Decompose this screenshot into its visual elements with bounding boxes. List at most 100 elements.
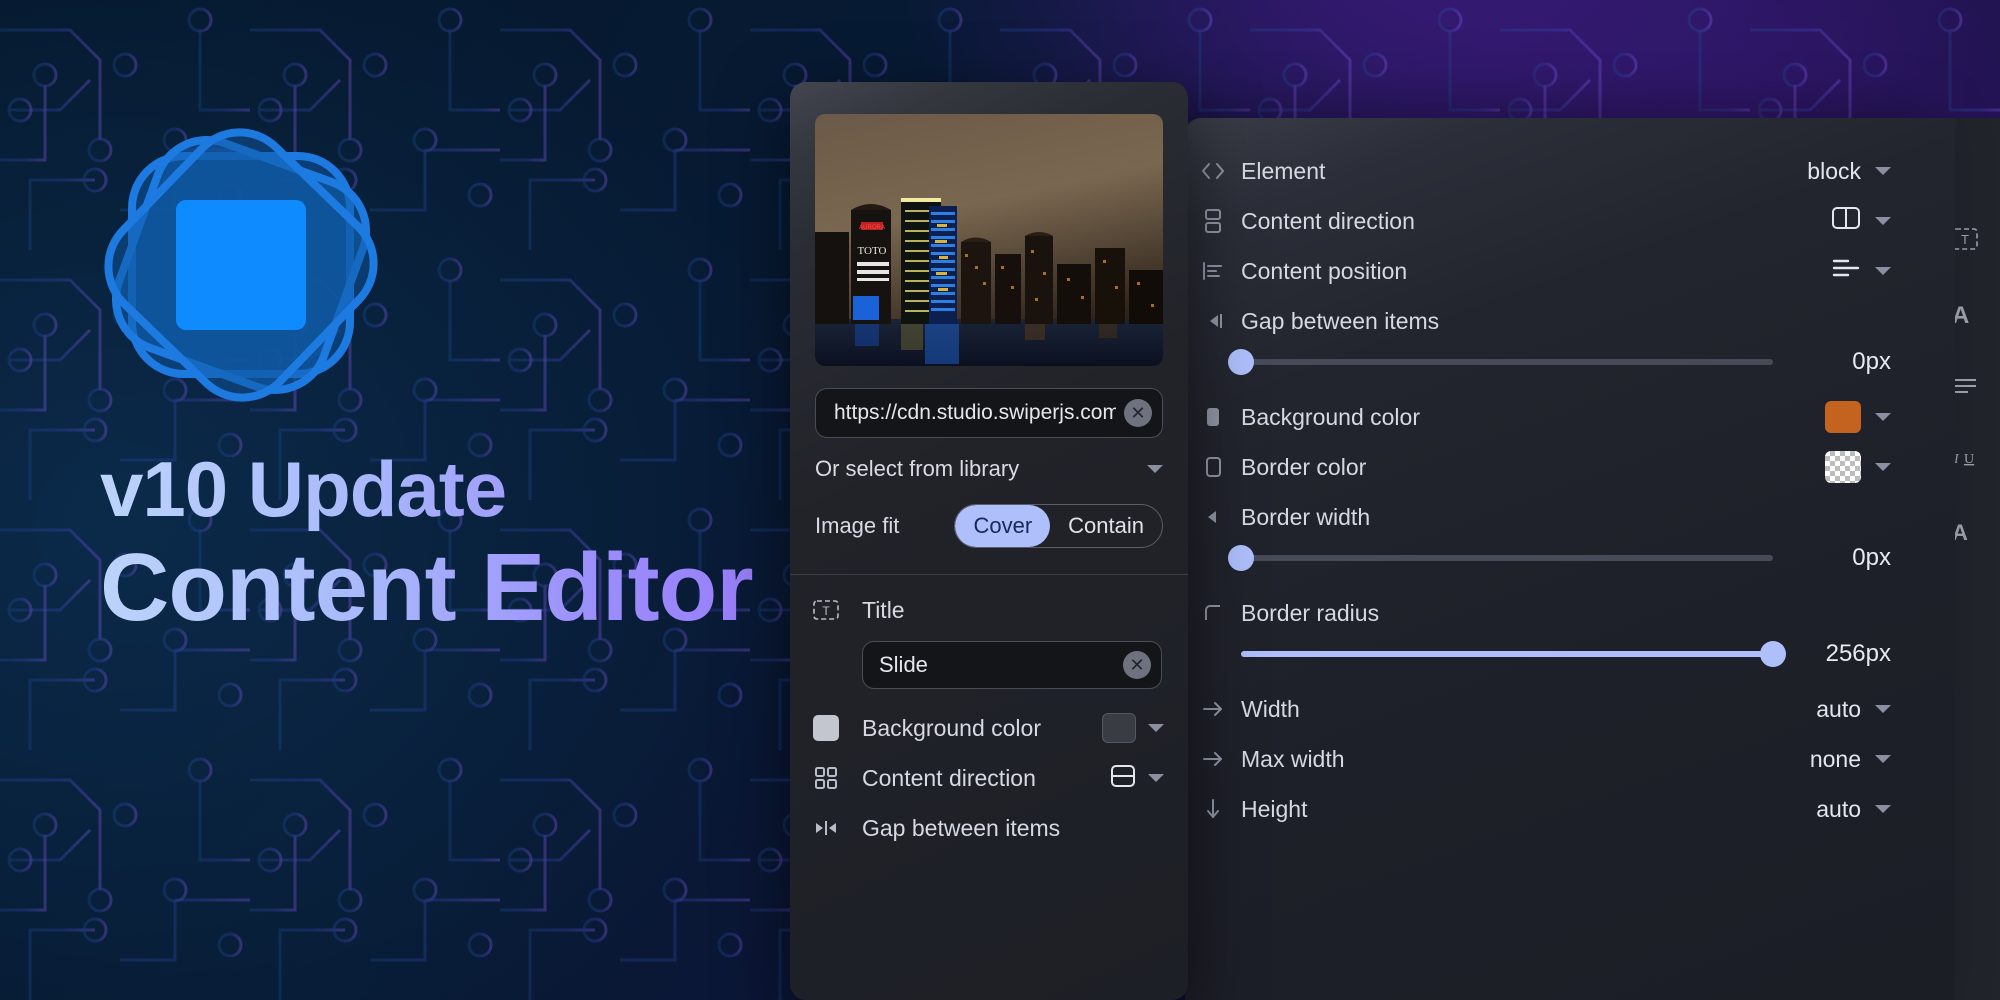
property-row-element[interactable]: Element block [1185,146,1915,196]
property-label: Height [1241,795,1308,822]
chevron-down-icon[interactable] [1875,413,1891,421]
grid-four-icon [790,766,862,790]
slide-row-gap: Gap between items [790,803,1188,853]
property-row-width[interactable]: Width auto [1185,684,1915,734]
property-row-border-width: Border width [1185,492,1915,542]
slide-row-content-direction[interactable]: Content direction [790,753,1188,803]
align-lines-icon[interactable] [1831,257,1861,285]
property-value[interactable]: auto [1816,696,1891,723]
image-fit-row: Image fit Cover Contain [815,504,1163,548]
slide-title-input[interactable]: Slide ✕ [862,641,1162,689]
property-label: Element [1241,157,1326,184]
property-row-content-position[interactable]: Content position [1185,246,1915,296]
border-radius-slider-row[interactable]: 256px [1185,638,1915,684]
property-label: Gap between items [1241,307,1440,334]
arrow-right-icon [1185,749,1241,769]
property-value[interactable]: block [1807,158,1891,185]
svg-text:U: U [1964,452,1974,467]
stack-two-icon [1185,208,1241,234]
property-value[interactable] [1825,451,1891,483]
chevron-down-icon[interactable] [1875,463,1891,471]
image-fit-segmented-control[interactable]: Cover Contain [954,504,1163,548]
columns-split-icon[interactable] [1831,205,1861,237]
headline-line-1: v10 Update [100,448,753,531]
rows-split-icon[interactable] [1110,763,1136,794]
slider-knob[interactable] [1760,641,1786,667]
width-value: auto [1816,695,1861,722]
property-row-max-width[interactable]: Max width none [1185,734,1915,784]
property-row-border-radius: Border radius [1185,588,1915,638]
chevron-down-icon[interactable] [1875,217,1891,225]
code-tag-icon [1185,159,1241,183]
border-width-slider-row[interactable]: 0px [1185,542,1915,588]
chevron-down-icon[interactable] [1875,705,1891,713]
fill-square-icon [1185,404,1241,430]
border-width-value: 0px [1852,544,1891,571]
chevron-down-icon[interactable] [1147,465,1163,473]
border-radius-value: 256px [1825,640,1891,667]
property-label: Max width [1241,745,1345,772]
slide-background-color-swatch[interactable] [1102,713,1136,743]
slider-knob[interactable] [1228,349,1254,375]
border-radius-slider[interactable] [1241,641,1786,667]
slide-settings-panel: AURORA TOTO https://cdn.studio.swiperjs.… [790,82,1188,1000]
chevron-down-icon[interactable] [1875,755,1891,763]
property-label: Width [1241,695,1300,722]
slider-knob[interactable] [1228,545,1254,571]
svg-text:TOTO: TOTO [858,245,887,257]
chevron-down-icon[interactable] [1148,774,1164,782]
element-value: block [1807,157,1861,184]
slide-title-label: Title [862,596,905,623]
align-left-icon [1185,259,1241,283]
image-url-field[interactable]: https://cdn.studio.swiperjs.com ✕ [815,388,1163,438]
slider-fill [1241,651,1773,657]
property-label: Content direction [1241,207,1415,234]
chevron-down-icon[interactable] [1148,724,1164,732]
property-value[interactable] [1825,401,1891,433]
image-url-value[interactable]: https://cdn.studio.swiperjs.com [834,401,1116,425]
border-color-swatch[interactable] [1825,451,1861,483]
border-width-slider[interactable] [1228,545,1773,571]
property-row-gap: Gap between items [1185,296,1915,346]
image-fit-label: Image fit [815,513,900,538]
element-properties-panel: Element block Content direction Content … [1185,118,1955,1000]
property-value[interactable]: auto [1816,796,1891,823]
property-label: Border radius [1241,599,1380,626]
chevron-down-icon[interactable] [1875,805,1891,813]
image-fit-option-contain[interactable]: Contain [1050,505,1162,547]
close-circle-icon[interactable]: ✕ [1123,651,1151,679]
slide-row-background-color[interactable]: Background color [790,703,1188,753]
slide-bg-value[interactable] [1102,713,1164,743]
gap-slider[interactable] [1228,349,1773,375]
slide-title-value[interactable]: Slide [879,652,1123,678]
property-row-border-color[interactable]: Border color [1185,442,1915,492]
close-circle-icon[interactable]: ✕ [1124,399,1152,427]
property-row-content-direction[interactable]: Content direction [1185,196,1915,246]
arrow-right-icon [1185,699,1241,719]
hero-headline: v10 Update Content Editor [100,448,754,641]
property-label: Content position [1241,257,1408,284]
headline-line-2: Content Editor [100,533,754,641]
property-value[interactable] [1831,257,1891,285]
border-width-icon [1185,507,1241,527]
chevron-down-icon[interactable] [1875,267,1891,275]
property-row-background-color[interactable]: Background color [1185,392,1915,442]
panel-divider [790,574,1188,575]
slide-thumbnail[interactable]: AURORA TOTO [815,114,1163,366]
background-color-swatch[interactable] [1825,401,1861,433]
height-value: auto [1816,795,1861,822]
svg-text:T: T [1961,232,1969,247]
property-label: Background color [1241,403,1420,430]
slide-content-direction-value[interactable] [1110,763,1164,794]
property-row-height[interactable]: Height auto [1185,784,1915,834]
library-select[interactable]: Or select from library [815,456,1163,482]
image-fit-option-cover[interactable]: Cover [955,505,1051,547]
corner-radius-icon [1185,602,1241,624]
gap-slider-row[interactable]: 0px [1185,346,1915,392]
slider-track [1241,359,1773,365]
property-label: Border color [1241,453,1367,480]
property-value[interactable]: none [1810,746,1891,773]
property-label: Border width [1241,503,1371,530]
chevron-down-icon[interactable] [1875,167,1891,175]
property-value[interactable] [1831,205,1891,237]
